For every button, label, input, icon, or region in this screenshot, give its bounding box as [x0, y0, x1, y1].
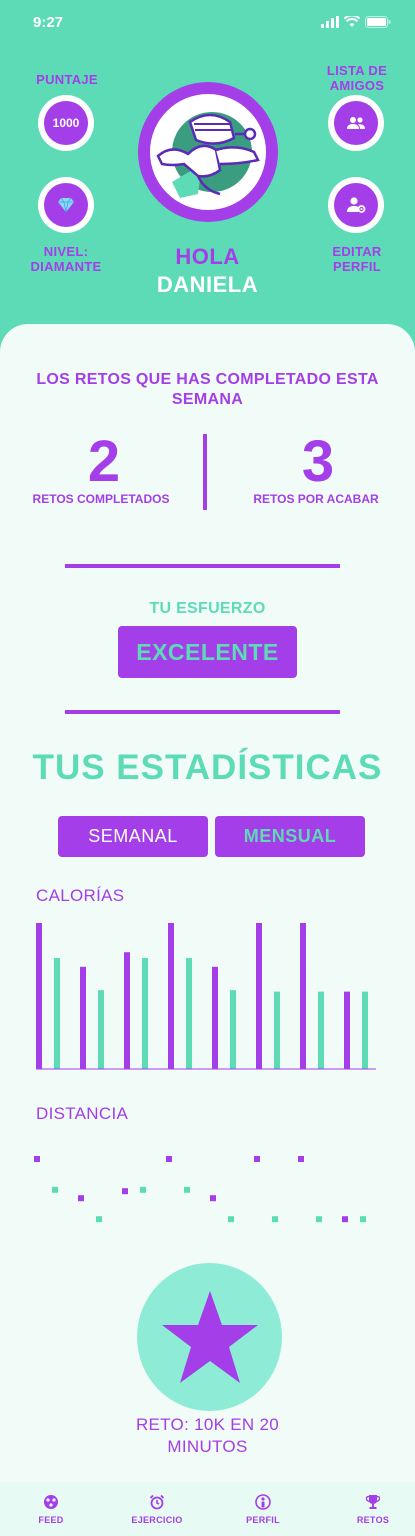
- calories-chart-title: CALORÍAS: [36, 886, 125, 905]
- calories-bar: [212, 966, 218, 1069]
- distance-point: [254, 1156, 260, 1162]
- divider-line: [65, 710, 340, 714]
- distance-point: [52, 1186, 58, 1193]
- calories-bar: [36, 923, 42, 1069]
- divider-line: [65, 564, 340, 568]
- distance-point: [210, 1195, 216, 1202]
- distance-point: [122, 1188, 128, 1195]
- person-icon: [255, 1493, 271, 1510]
- user-name: DANIELA: [156, 272, 259, 297]
- status-icons: [321, 16, 391, 28]
- friends-list-button[interactable]: [328, 95, 384, 151]
- challenge-label: RETO: 10K EN 20 MINUTOS: [135, 1415, 280, 1456]
- distance-chart-title: DISTANCIA: [36, 1104, 129, 1123]
- distance-point: [140, 1186, 146, 1193]
- calories-bar: [168, 923, 174, 1069]
- distance-point: [298, 1156, 304, 1162]
- amigos-label: LISTA DE AMIGOS: [326, 63, 388, 93]
- nav-retos[interactable]: RETOS: [333, 1482, 413, 1536]
- status-bar: 9:27: [0, 0, 415, 44]
- puntaje-label: PUNTAJE: [36, 72, 98, 87]
- puntaje-badge[interactable]: 1000: [38, 95, 94, 151]
- calories-bar: [54, 958, 60, 1069]
- distance-point: [184, 1186, 190, 1193]
- nav-ejercicio[interactable]: EJERCICIO: [117, 1482, 197, 1536]
- calories-bar: [318, 991, 324, 1069]
- distance-point: [360, 1216, 366, 1223]
- nav-retos-label: RETOS: [356, 1514, 390, 1525]
- star-icon: [161, 1291, 258, 1383]
- people-icon: [347, 117, 365, 129]
- pending-label: RETOS POR ACABAR: [253, 492, 379, 506]
- status-time: 9:27: [33, 14, 64, 31]
- completed-count: 2: [87, 429, 121, 494]
- distance-point: [78, 1195, 84, 1202]
- wifi-icon: [344, 16, 360, 27]
- level-badge[interactable]: [38, 177, 94, 233]
- distance-point: [342, 1216, 348, 1223]
- alarm-icon: [149, 1494, 165, 1509]
- calories-bar: [362, 991, 368, 1069]
- runner-avatar-icon: [156, 112, 260, 198]
- nav-perfil-label: PERFIL: [246, 1514, 280, 1525]
- calories-chart: [36, 923, 376, 1070]
- distance-point: [96, 1216, 102, 1223]
- calories-bar: [274, 991, 280, 1069]
- diamond-icon: [58, 197, 74, 213]
- challenge-badge[interactable]: [137, 1263, 282, 1411]
- calories-bar: [256, 923, 262, 1069]
- distance-point: [316, 1216, 322, 1223]
- distance-point: [228, 1216, 234, 1223]
- distance-chart: [34, 1156, 366, 1223]
- puntaje-value: 1000: [44, 101, 88, 145]
- user-settings-icon: [347, 197, 366, 213]
- calories-bar: [80, 966, 86, 1069]
- calories-bar: [300, 923, 306, 1069]
- feed-icon: [44, 1494, 58, 1509]
- nav-feed-label: FEED: [38, 1514, 64, 1525]
- stats-title: TUS ESTADÍSTICAS: [32, 748, 383, 787]
- nav-feed[interactable]: FEED: [11, 1482, 91, 1536]
- calories-bar: [124, 952, 130, 1069]
- challenges-title: LOS RETOS QUE HAS COMPLETADO ESTA SEMANA: [36, 371, 379, 408]
- battery-icon: [365, 16, 391, 28]
- profile-header: 9:27 PUNTAJE 1000 LISTA DE AMIGOS NIVEL:…: [0, 0, 415, 380]
- stats-divider: [203, 434, 207, 510]
- calories-bar: [98, 990, 104, 1069]
- avatar[interactable]: [138, 82, 278, 222]
- tab-weekly[interactable]: SEMANAL: [58, 816, 208, 857]
- distance-point: [272, 1216, 278, 1223]
- completed-label: RETOS COMPLETADOS: [32, 492, 170, 506]
- calories-bar: [186, 958, 192, 1069]
- nav-perfil[interactable]: PERFIL: [223, 1482, 303, 1536]
- effort-label: TU ESFUERZO: [149, 600, 266, 617]
- tab-monthly[interactable]: MENSUAL: [215, 816, 365, 857]
- edit-profile-button[interactable]: [328, 177, 384, 233]
- nav-ejercicio-label: EJERCICIO: [131, 1514, 183, 1525]
- greeting: HOLA: [175, 244, 240, 269]
- pending-count: 3: [301, 429, 335, 494]
- calories-bar: [142, 958, 148, 1069]
- trophy-icon: [365, 1494, 381, 1509]
- signal-icon: [321, 16, 339, 28]
- distance-point: [166, 1156, 172, 1162]
- distance-point: [34, 1156, 40, 1162]
- calories-bar: [230, 990, 236, 1069]
- bottom-nav: FEED EJERCICIO PERFIL RETOS: [0, 1482, 415, 1536]
- effort-button[interactable]: EXCELENTE: [118, 626, 297, 678]
- calories-bar: [344, 991, 350, 1069]
